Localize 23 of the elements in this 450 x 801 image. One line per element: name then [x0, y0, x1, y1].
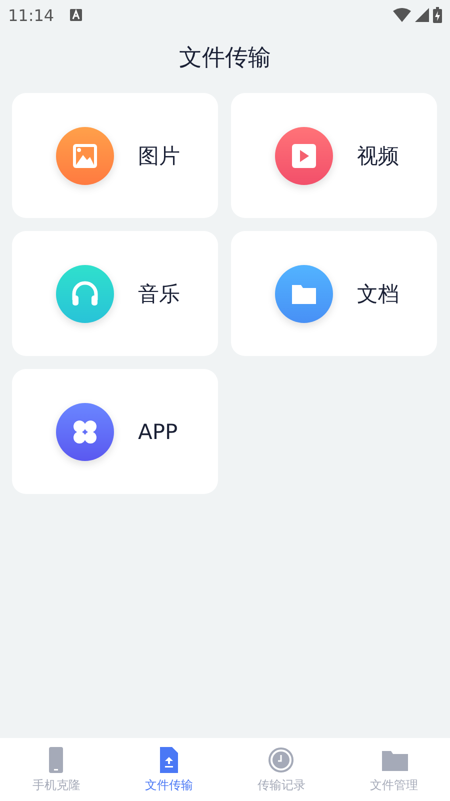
- clock-icon: [268, 746, 294, 774]
- status-time: 11:14: [8, 6, 54, 24]
- folder-icon: [275, 264, 333, 322]
- signal-icon: [415, 8, 429, 22]
- category-label: 视频: [357, 142, 399, 170]
- category-label: 文档: [357, 280, 399, 308]
- category-label: 图片: [138, 142, 180, 170]
- image-icon: [56, 126, 114, 184]
- category-card[interactable]: 图片: [12, 93, 218, 218]
- headphones-icon: [56, 264, 114, 322]
- page-title: 文件传输: [178, 44, 272, 73]
- wifi-icon: [393, 8, 411, 22]
- clover-icon: [56, 402, 114, 460]
- category-card[interactable]: 文档: [231, 231, 437, 356]
- category-card[interactable]: 视频: [231, 93, 437, 218]
- notification-icon: [70, 9, 82, 21]
- nav-tab[interactable]: 文件传输: [112, 738, 225, 801]
- category-card[interactable]: APP: [12, 369, 218, 494]
- category-card[interactable]: 音乐: [12, 231, 218, 356]
- battery-icon: [433, 7, 442, 23]
- play-icon: [275, 126, 333, 184]
- category-label: APP: [138, 420, 178, 444]
- category-label: 音乐: [138, 280, 180, 308]
